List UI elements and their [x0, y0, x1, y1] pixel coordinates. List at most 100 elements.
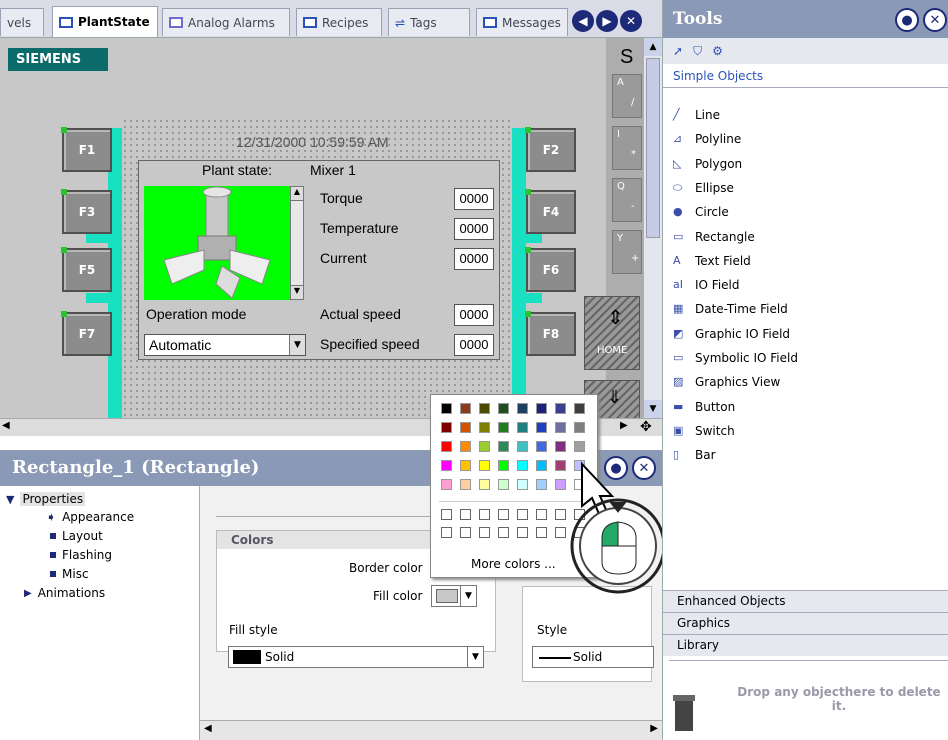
tree-item-properties[interactable]: ▼ Properties — [6, 492, 86, 506]
temperature-value[interactable]: 0000 — [454, 218, 494, 240]
color-swatch[interactable] — [517, 403, 528, 414]
color-swatch[interactable] — [498, 403, 509, 414]
tool-item[interactable]: ▦ Date-Time Field — [673, 298, 788, 320]
color-swatch[interactable] — [574, 441, 585, 452]
f4-button[interactable]: F4 — [525, 189, 576, 234]
color-swatch[interactable] — [536, 422, 547, 433]
color-swatch[interactable] — [460, 403, 471, 414]
tree-item-appearance[interactable]: ➧ Appearance — [46, 510, 134, 524]
color-swatch[interactable] — [479, 479, 490, 490]
side-key-q[interactable]: Q- — [612, 178, 642, 222]
color-swatch[interactable] — [536, 479, 547, 490]
color-swatch[interactable] — [517, 422, 528, 433]
datetime-field[interactable]: 12/31/2000 10:59:59 AM — [236, 134, 389, 150]
color-swatch[interactable] — [536, 460, 547, 471]
tab-plantstate[interactable]: PlantState — [52, 6, 158, 37]
color-swatch[interactable] — [517, 441, 528, 452]
color-swatch[interactable] — [479, 403, 490, 414]
color-swatch[interactable] — [574, 422, 585, 433]
color-swatch[interactable] — [536, 441, 547, 452]
tool-item[interactable]: ▣ Switch — [673, 420, 735, 442]
tool-item[interactable]: ● Circle — [673, 201, 729, 223]
tool-item[interactable]: ▯ Bar — [673, 444, 716, 466]
tab-scroll-right-icon[interactable]: ▶ — [596, 10, 618, 32]
color-swatch[interactable] — [574, 403, 585, 414]
chevron-down-icon[interactable]: ▼ — [467, 647, 483, 667]
operation-mode-select[interactable]: Automatic ▼ — [144, 334, 306, 356]
line-style-select[interactable]: Solid — [532, 646, 654, 668]
tab-tags[interactable]: ⇌ Tags — [388, 8, 470, 36]
color-swatch[interactable] — [555, 422, 566, 433]
color-swatch[interactable] — [498, 479, 509, 490]
torque-value[interactable]: 0000 — [454, 188, 494, 210]
screen-canvas[interactable]: SIEMENS F1 F2 F3 F4 F5 F6 F7 F8 12/31/20… — [0, 38, 644, 418]
canvas-vertical-scrollbar[interactable]: ▲ ▼ — [644, 38, 662, 418]
graphics-section[interactable]: Graphics — [663, 612, 948, 634]
custom-color-swatch[interactable] — [460, 509, 471, 520]
color-swatch[interactable] — [555, 441, 566, 452]
color-swatch[interactable] — [536, 403, 547, 414]
tree-item-flashing[interactable]: Flashing — [50, 548, 112, 562]
color-swatch[interactable] — [460, 441, 471, 452]
f8-button[interactable]: F8 — [525, 311, 576, 356]
side-key-y[interactable]: Y + — [612, 230, 642, 274]
scroll-left-icon[interactable]: ◀ — [204, 723, 212, 734]
custom-color-swatch[interactable] — [498, 527, 509, 538]
tab-analog-alarms[interactable]: Analog Alarms — [162, 8, 290, 36]
properties-scrollbar[interactable]: ◀ ▶ — [200, 720, 662, 740]
custom-color-swatch[interactable] — [441, 527, 452, 538]
close-screen-icon[interactable]: ✕ — [620, 10, 642, 32]
color-swatch[interactable] — [498, 441, 509, 452]
tool-item[interactable]: A Text Field — [673, 250, 751, 272]
side-key-i[interactable]: I * — [612, 126, 642, 170]
current-value[interactable]: 0000 — [454, 248, 494, 270]
color-swatch[interactable] — [460, 422, 471, 433]
actual-speed-value[interactable]: 0000 — [454, 304, 494, 326]
custom-color-swatch[interactable] — [517, 509, 528, 520]
chevron-down-icon[interactable]: ▼ — [289, 335, 305, 355]
fill-style-select[interactable]: Solid ▼ — [228, 646, 484, 668]
custom-color-swatch[interactable] — [479, 527, 490, 538]
scroll-down-icon[interactable]: ▼ — [644, 400, 662, 418]
color-swatch[interactable] — [479, 441, 490, 452]
tree-item-animations[interactable]: ▶ Animations — [24, 586, 105, 600]
simple-objects-section[interactable]: Simple Objects — [663, 64, 948, 88]
chevron-down-icon[interactable]: ▼ — [460, 586, 476, 606]
tool-item[interactable]: ◩ Graphic IO Field — [673, 323, 790, 345]
f5-button[interactable]: F5 — [61, 247, 112, 292]
color-swatch[interactable] — [441, 441, 452, 452]
graphic-scrollbar[interactable]: ▲ ▼ — [290, 186, 304, 300]
scroll-thumb[interactable] — [646, 58, 660, 238]
tool-item[interactable]: ▭ Symbolic IO Field — [673, 347, 798, 369]
scroll-up-icon[interactable]: ▲ — [644, 38, 662, 56]
tab-messages[interactable]: Messages — [476, 8, 568, 36]
tool-item[interactable]: ▭ Rectangle — [673, 226, 755, 248]
color-swatch[interactable] — [555, 403, 566, 414]
custom-color-swatch[interactable] — [460, 527, 471, 538]
f3-button[interactable]: F3 — [61, 189, 112, 234]
f2-button[interactable]: F2 — [525, 127, 576, 172]
custom-color-swatch[interactable] — [536, 509, 547, 520]
color-swatch[interactable] — [441, 422, 452, 433]
color-swatch[interactable] — [460, 479, 471, 490]
specified-speed-value[interactable]: 0000 — [454, 334, 494, 356]
enhanced-objects-section[interactable]: Enhanced Objects — [663, 590, 948, 612]
tool-item[interactable]: ◺ Polygon — [673, 153, 742, 175]
custom-color-swatch[interactable] — [479, 509, 490, 520]
color-swatch[interactable] — [479, 460, 490, 471]
custom-color-swatch[interactable] — [517, 527, 528, 538]
color-swatch[interactable] — [498, 422, 509, 433]
scroll-right-icon[interactable]: ▶ — [650, 723, 658, 734]
side-key-a[interactable]: A / — [612, 74, 642, 118]
tool-item[interactable]: ▨ Graphics View — [673, 371, 780, 393]
color-swatch[interactable] — [498, 460, 509, 471]
tool-item[interactable]: ╱ Line — [673, 104, 720, 126]
custom-color-swatch[interactable] — [536, 527, 547, 538]
f7-button[interactable]: F7 — [61, 311, 112, 356]
color-swatch[interactable] — [441, 403, 452, 414]
library-section[interactable]: Library — [663, 634, 948, 656]
fill-color-picker[interactable]: ▼ — [431, 585, 477, 607]
color-swatch[interactable] — [441, 479, 452, 490]
custom-color-swatch[interactable] — [498, 509, 509, 520]
tool-item[interactable]: ⊿ Polyline — [673, 128, 741, 150]
